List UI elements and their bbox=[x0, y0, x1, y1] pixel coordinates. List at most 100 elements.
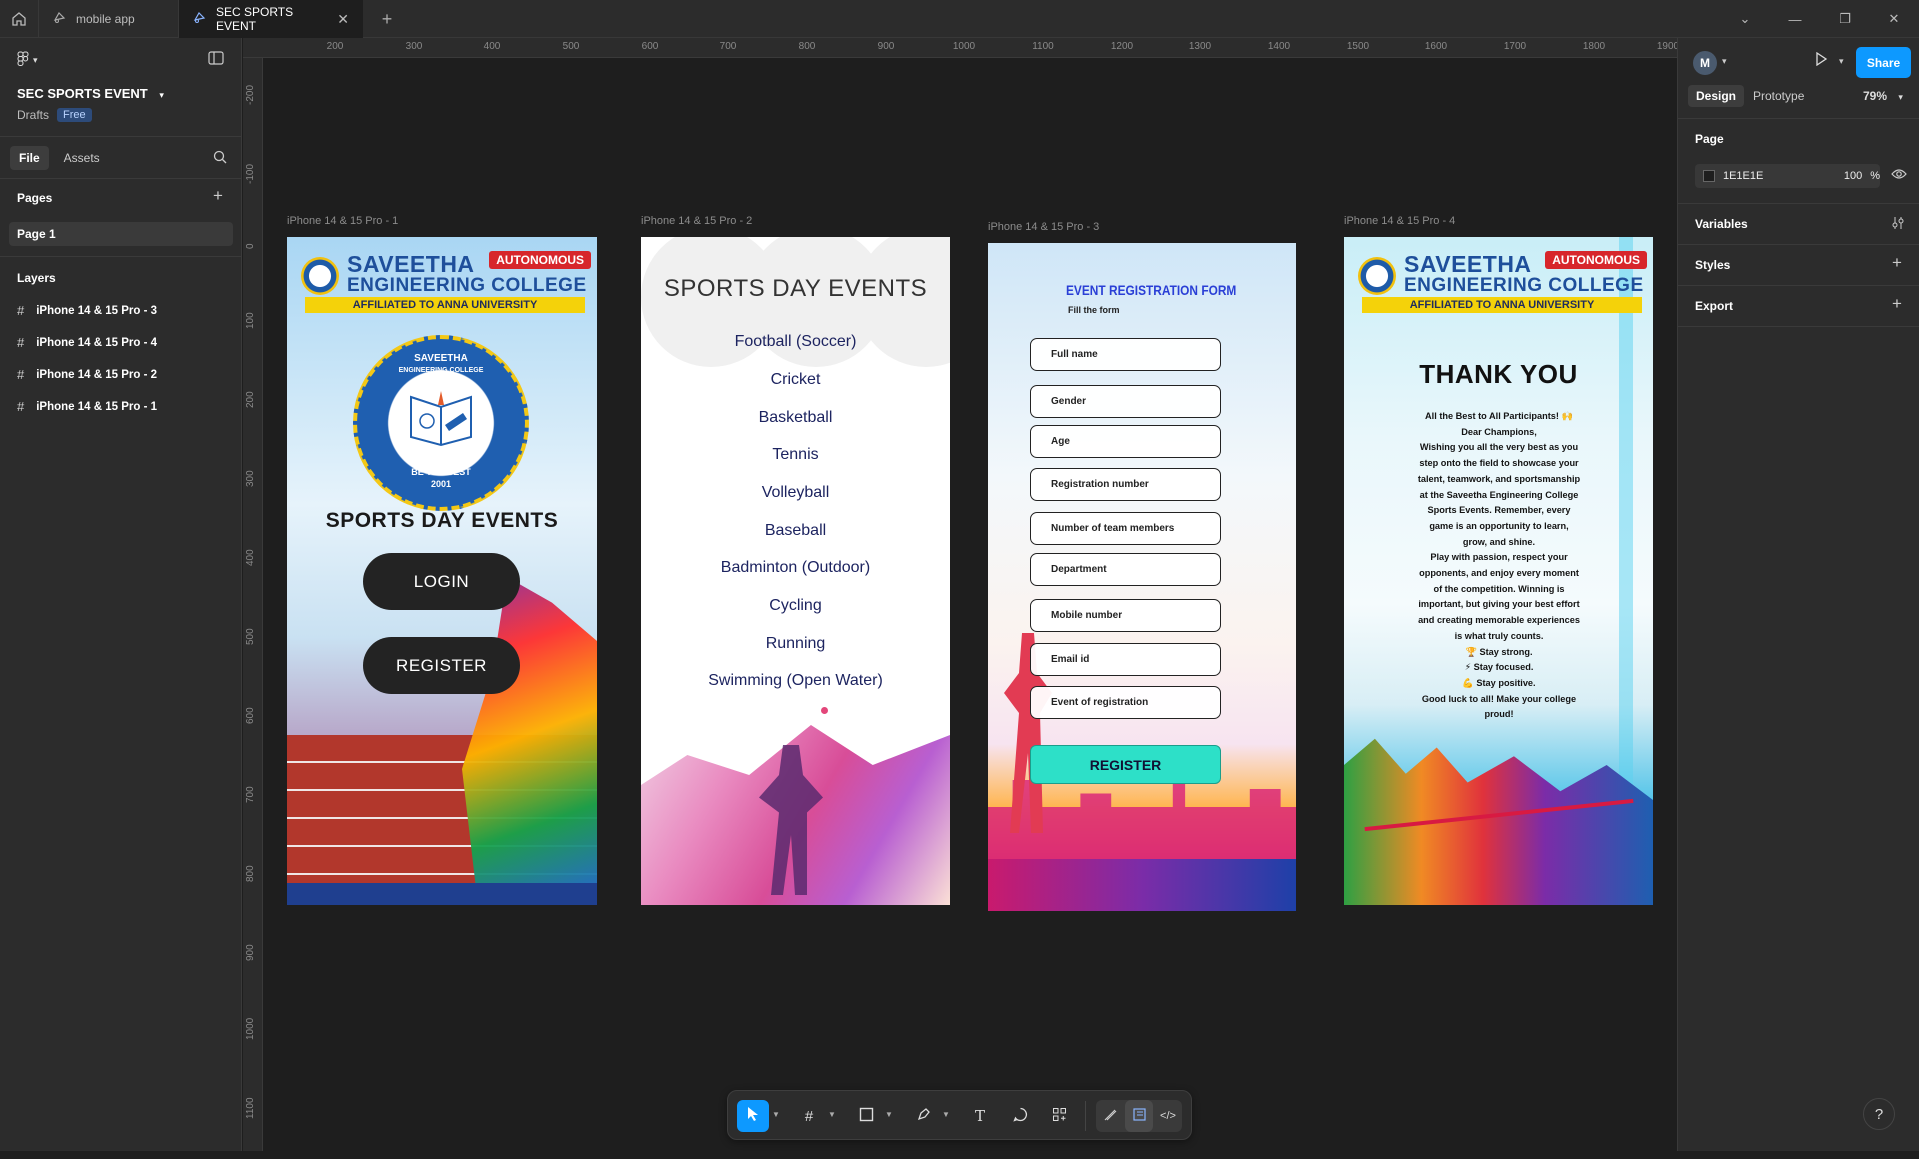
move-tool-button[interactable] bbox=[737, 1100, 769, 1132]
page-item-page-1[interactable]: Page 1 bbox=[9, 222, 233, 246]
login-button[interactable]: LOGIN bbox=[363, 553, 520, 610]
frame-iphone-4[interactable]: SAVEETHA ENGINEERING COLLEGE AUTONOMOUS … bbox=[1344, 237, 1653, 905]
draw-mode-button[interactable] bbox=[1096, 1100, 1124, 1132]
event-item[interactable]: Basketball bbox=[641, 409, 950, 427]
divider bbox=[1678, 285, 1919, 286]
design-mode-button[interactable] bbox=[1125, 1100, 1153, 1132]
tab-assets[interactable]: Assets bbox=[55, 146, 109, 170]
runners-graphic bbox=[1344, 738, 1653, 905]
eye-icon[interactable] bbox=[1891, 168, 1907, 183]
close-window-icon[interactable]: ✕ bbox=[1869, 0, 1919, 38]
new-tab-icon[interactable]: + bbox=[368, 0, 406, 38]
event-item[interactable]: Cricket bbox=[641, 371, 950, 389]
chevron-down-icon[interactable]: ⌄ bbox=[1720, 0, 1770, 38]
drafts-label[interactable]: Drafts bbox=[17, 108, 49, 122]
divider bbox=[0, 136, 241, 137]
chevron-down-icon[interactable]: ▾ bbox=[1722, 56, 1727, 67]
registration-number-field[interactable]: Registration number bbox=[1030, 468, 1221, 501]
event-item[interactable]: Badminton (Outdoor) bbox=[641, 559, 950, 577]
share-button[interactable]: Share bbox=[1856, 47, 1911, 78]
age-field[interactable]: Age bbox=[1030, 425, 1221, 458]
comment-tool-button[interactable] bbox=[1004, 1100, 1036, 1132]
export-heading[interactable]: Export bbox=[1695, 299, 1733, 313]
message-line: game is an opportunity to learn, bbox=[1429, 520, 1569, 531]
ruler-tick: 300 bbox=[405, 41, 423, 52]
styles-heading[interactable]: Styles bbox=[1695, 258, 1730, 272]
divider bbox=[1678, 118, 1919, 119]
dev-mode-button[interactable]: </> bbox=[1154, 1100, 1182, 1132]
gender-field[interactable]: Gender bbox=[1030, 385, 1221, 418]
avatar[interactable]: M bbox=[1693, 51, 1717, 75]
mobile-number-field[interactable]: Mobile number bbox=[1030, 599, 1221, 632]
close-tab-icon[interactable]: ✕ bbox=[337, 11, 349, 28]
project-location: Drafts Free bbox=[17, 108, 92, 122]
event-item[interactable]: Football (Soccer) bbox=[641, 333, 950, 351]
email-field[interactable]: Email id bbox=[1030, 643, 1221, 676]
pen-tool-button[interactable] bbox=[907, 1100, 939, 1132]
bg-opacity-value[interactable]: 100 bbox=[1832, 170, 1862, 182]
help-button[interactable]: ? bbox=[1863, 1098, 1895, 1130]
frame-label[interactable]: iPhone 14 & 15 Pro - 3 bbox=[988, 221, 1099, 233]
full-name-field[interactable]: Full name bbox=[1030, 338, 1221, 371]
actions-button[interactable] bbox=[1043, 1100, 1075, 1132]
zoom-control[interactable]: 79% ▾ bbox=[1863, 89, 1903, 103]
frame-label[interactable]: iPhone 14 & 15 Pro - 1 bbox=[287, 215, 398, 227]
frame-label[interactable]: iPhone 14 & 15 Pro - 2 bbox=[641, 215, 752, 227]
add-export-icon[interactable]: + bbox=[1892, 294, 1902, 314]
tab-mobile-app[interactable]: mobile app bbox=[38, 0, 178, 38]
message-line: Wishing you all the very best as you bbox=[1419, 442, 1579, 453]
add-page-icon[interactable]: + bbox=[213, 186, 223, 206]
variables-heading[interactable]: Variables bbox=[1695, 217, 1748, 231]
text-tool-button[interactable]: T bbox=[964, 1100, 996, 1132]
frame-iphone-2[interactable]: SPORTS DAY EVENTS Football (Soccer) Cric… bbox=[641, 237, 950, 905]
seal-text: SAVEETHA bbox=[414, 353, 468, 364]
home-icon[interactable] bbox=[0, 0, 38, 38]
chevron-down-icon[interactable]: ▾ bbox=[1839, 56, 1844, 67]
chevron-down-icon[interactable]: ▼ bbox=[828, 1110, 836, 1119]
add-style-icon[interactable]: + bbox=[1892, 253, 1902, 273]
bg-hex-value[interactable]: 1E1E1E bbox=[1723, 170, 1832, 182]
frame-tool-button[interactable]: # bbox=[793, 1100, 825, 1132]
tab-file[interactable]: File bbox=[10, 146, 49, 170]
frame-label[interactable]: iPhone 14 & 15 Pro - 4 bbox=[1344, 215, 1455, 227]
layer-item[interactable]: # iPhone 14 & 15 Pro - 4 bbox=[17, 335, 157, 350]
figma-file-icon bbox=[53, 11, 66, 27]
chevron-down-icon[interactable]: ▼ bbox=[885, 1110, 893, 1119]
chevron-down-icon[interactable]: ▼ bbox=[942, 1110, 950, 1119]
event-item[interactable]: Running bbox=[641, 635, 950, 653]
chevron-down-icon[interactable]: ▼ bbox=[772, 1110, 780, 1119]
main-menu-button[interactable]: ▾ bbox=[17, 51, 38, 70]
tab-sec-sports-event[interactable]: SEC SPORTS EVENT ✕ bbox=[178, 0, 363, 38]
tab-prototype[interactable]: Prototype bbox=[1745, 85, 1812, 107]
layer-item[interactable]: # iPhone 14 & 15 Pro - 2 bbox=[17, 367, 157, 382]
cursor-arrow-icon bbox=[746, 1106, 760, 1126]
event-item[interactable]: Baseball bbox=[641, 522, 950, 540]
page-background-fill[interactable]: 1E1E1E 100 % bbox=[1695, 164, 1880, 188]
layer-item[interactable]: # iPhone 14 & 15 Pro - 1 bbox=[17, 399, 157, 414]
minimize-icon[interactable]: — bbox=[1770, 0, 1820, 38]
sidebar-toggle-icon[interactable] bbox=[208, 51, 224, 68]
present-play-icon[interactable] bbox=[1814, 51, 1828, 69]
register-submit-button[interactable]: REGISTER bbox=[1030, 745, 1221, 784]
frame-iphone-3[interactable]: EVENT REGISTRATION FORM Fill the form Fu… bbox=[988, 243, 1296, 911]
layer-item[interactable]: # iPhone 14 & 15 Pro - 3 bbox=[17, 303, 157, 318]
tab-design[interactable]: Design bbox=[1688, 85, 1745, 107]
event-item[interactable]: Tennis bbox=[641, 446, 950, 464]
college-seal-icon: SAVEETHA ENGINEERING COLLEGE BE THE BEST… bbox=[353, 335, 529, 511]
event-item[interactable]: Cycling bbox=[641, 597, 950, 615]
restore-icon[interactable]: ❐ bbox=[1820, 0, 1870, 38]
color-swatch[interactable] bbox=[1703, 170, 1715, 182]
search-icon[interactable] bbox=[213, 150, 227, 167]
variables-settings-icon[interactable] bbox=[1891, 216, 1905, 233]
project-title[interactable]: SEC SPORTS EVENT ▾ bbox=[17, 86, 164, 101]
team-members-field[interactable]: Number of team members bbox=[1030, 512, 1221, 545]
event-item[interactable]: Swimming (Open Water) bbox=[641, 672, 950, 690]
frame-iphone-1[interactable]: SAVEETHA ENGINEERING COLLEGE AUTONOMOUS … bbox=[287, 237, 597, 905]
event-of-registration-field[interactable]: Event of registration bbox=[1030, 686, 1221, 719]
figma-file-icon bbox=[193, 11, 206, 27]
register-button[interactable]: REGISTER bbox=[363, 637, 520, 694]
shape-tool-button[interactable] bbox=[850, 1100, 882, 1132]
page-section-heading: Page bbox=[1695, 132, 1724, 146]
event-item[interactable]: Volleyball bbox=[641, 484, 950, 502]
department-field[interactable]: Department bbox=[1030, 553, 1221, 586]
